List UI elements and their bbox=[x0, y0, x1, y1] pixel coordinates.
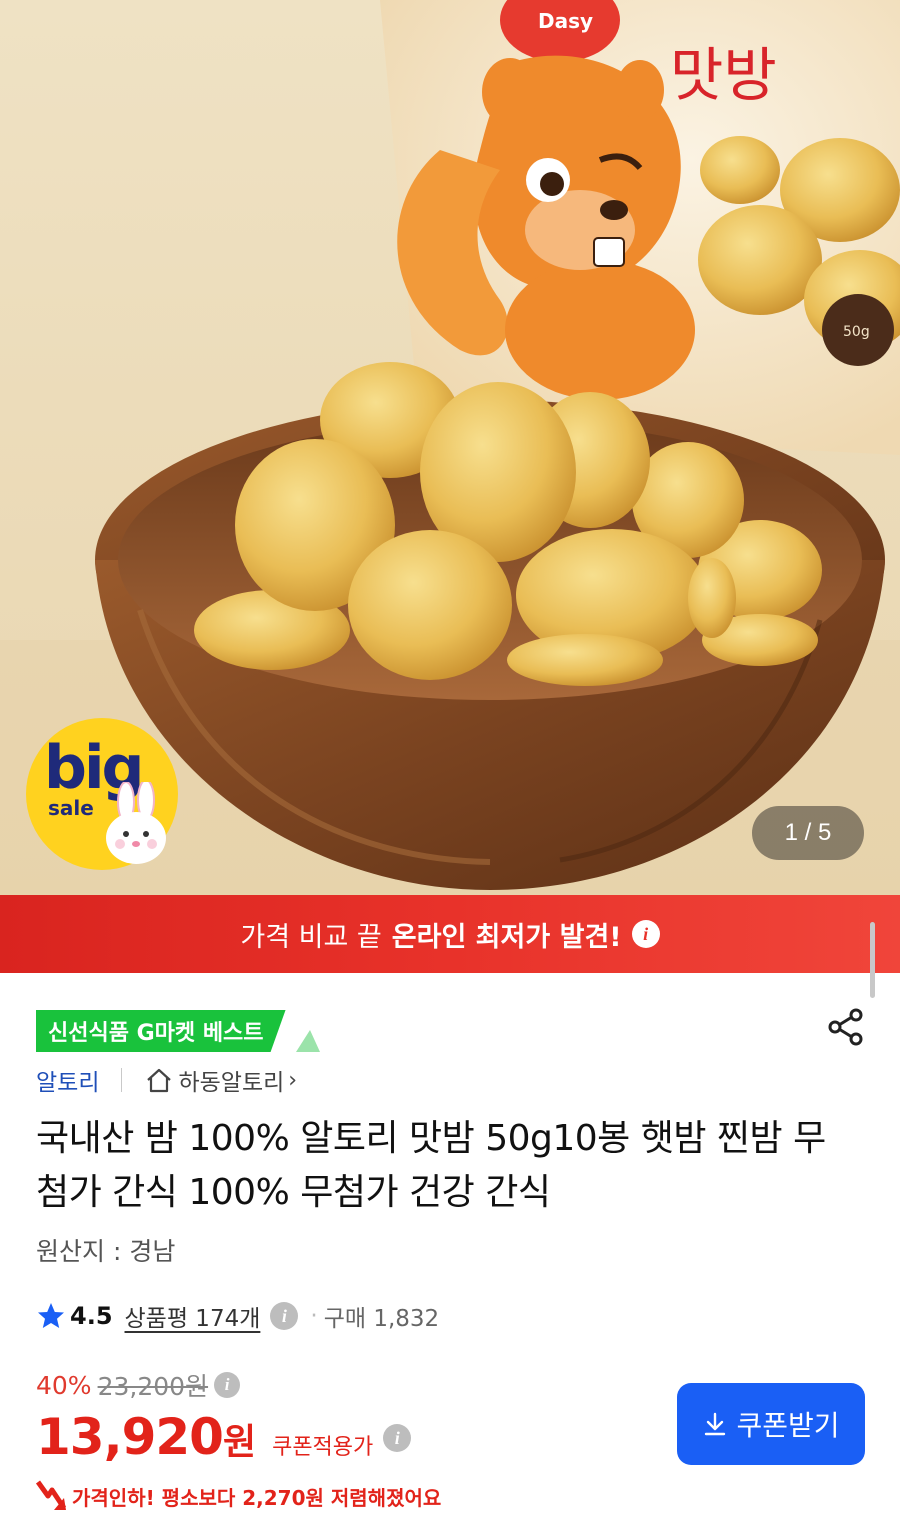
best-badge: 신선식품 G마켓 베스트 bbox=[36, 1010, 286, 1052]
info-icon[interactable]: i bbox=[383, 1424, 412, 1452]
star-icon bbox=[38, 1303, 64, 1328]
brand-link[interactable]: 알토리 bbox=[36, 1063, 99, 1097]
divider bbox=[121, 1068, 123, 1092]
package-brand-text: Dasy bbox=[538, 9, 593, 33]
original-price: 23,200원 bbox=[97, 1372, 209, 1401]
banner-bold-text: 온라인 최저가 발견! bbox=[391, 921, 622, 953]
download-icon bbox=[705, 1412, 726, 1436]
current-price: 13,920 bbox=[36, 1408, 224, 1466]
scrollbar[interactable] bbox=[870, 922, 875, 998]
discount-rate: 40% bbox=[36, 1370, 92, 1400]
currency-unit: 원 bbox=[222, 1422, 257, 1463]
shop-link[interactable]: 하동알토리 bbox=[178, 1063, 284, 1097]
info-icon[interactable]: i bbox=[270, 1302, 299, 1330]
reviews-link[interactable]: 상품평 174개 bbox=[125, 1299, 261, 1333]
original-price-row: 40% 23,200원 i bbox=[36, 1368, 241, 1402]
product-image-carousel[interactable]: 맛방 Dasy 50g big sale 1 / 5 bbox=[0, 0, 900, 895]
info-icon[interactable]: i bbox=[214, 1372, 241, 1398]
package-weight-text: 50g bbox=[843, 324, 870, 340]
package-title-text: 맛방 bbox=[670, 41, 777, 109]
home-icon[interactable] bbox=[144, 1065, 174, 1095]
rating-score: 4.5 bbox=[70, 1302, 113, 1330]
image-pager: 1 / 5 bbox=[752, 806, 864, 860]
coupon-download-button[interactable]: 쿠폰받기 bbox=[677, 1383, 865, 1465]
badge-tail-decoration bbox=[296, 1030, 320, 1052]
origin-label: 원산지 : 경남 bbox=[36, 1237, 176, 1266]
share-icon[interactable] bbox=[826, 1007, 866, 1047]
lowest-price-banner[interactable]: 가격 비교 끝 온라인 최저가 발견! i bbox=[0, 895, 900, 973]
price-drop-text: 가격인하! 평소보다 2,270원 저렴해졌어요 bbox=[72, 1485, 442, 1510]
banner-light-text: 가격 비교 끝 bbox=[240, 921, 382, 953]
product-title: 국내산 밤 100% 알토리 맛밤 50g10봉 햇밤 찐밤 무첨가 간식 10… bbox=[36, 1118, 826, 1213]
current-price-row: 13,920 원 쿠폰적용가 i bbox=[36, 1408, 412, 1468]
coupon-button-label: 쿠폰받기 bbox=[736, 1409, 840, 1442]
big-sale-sale-text: sale bbox=[48, 796, 94, 820]
purchase-count: 구매 1,832 bbox=[323, 1306, 440, 1332]
big-sale-badge: big sale bbox=[26, 718, 178, 870]
down-arrow-icon bbox=[35, 1480, 67, 1510]
bunny-icon bbox=[106, 782, 166, 864]
separator-dot: · bbox=[310, 1303, 318, 1329]
info-icon[interactable]: i bbox=[631, 920, 660, 948]
rating-row: 4.5 상품평 174개 i · 구매 1,832 bbox=[36, 1296, 439, 1336]
seller-row: 알토리 하동알토리 › bbox=[36, 1063, 297, 1097]
coupon-applied-label: 쿠폰적용가 bbox=[272, 1435, 374, 1460]
chevron-right-icon[interactable]: › bbox=[288, 1068, 297, 1093]
price-drop-notice: 가격인하! 평소보다 2,270원 저렴해졌어요 bbox=[34, 1478, 441, 1514]
